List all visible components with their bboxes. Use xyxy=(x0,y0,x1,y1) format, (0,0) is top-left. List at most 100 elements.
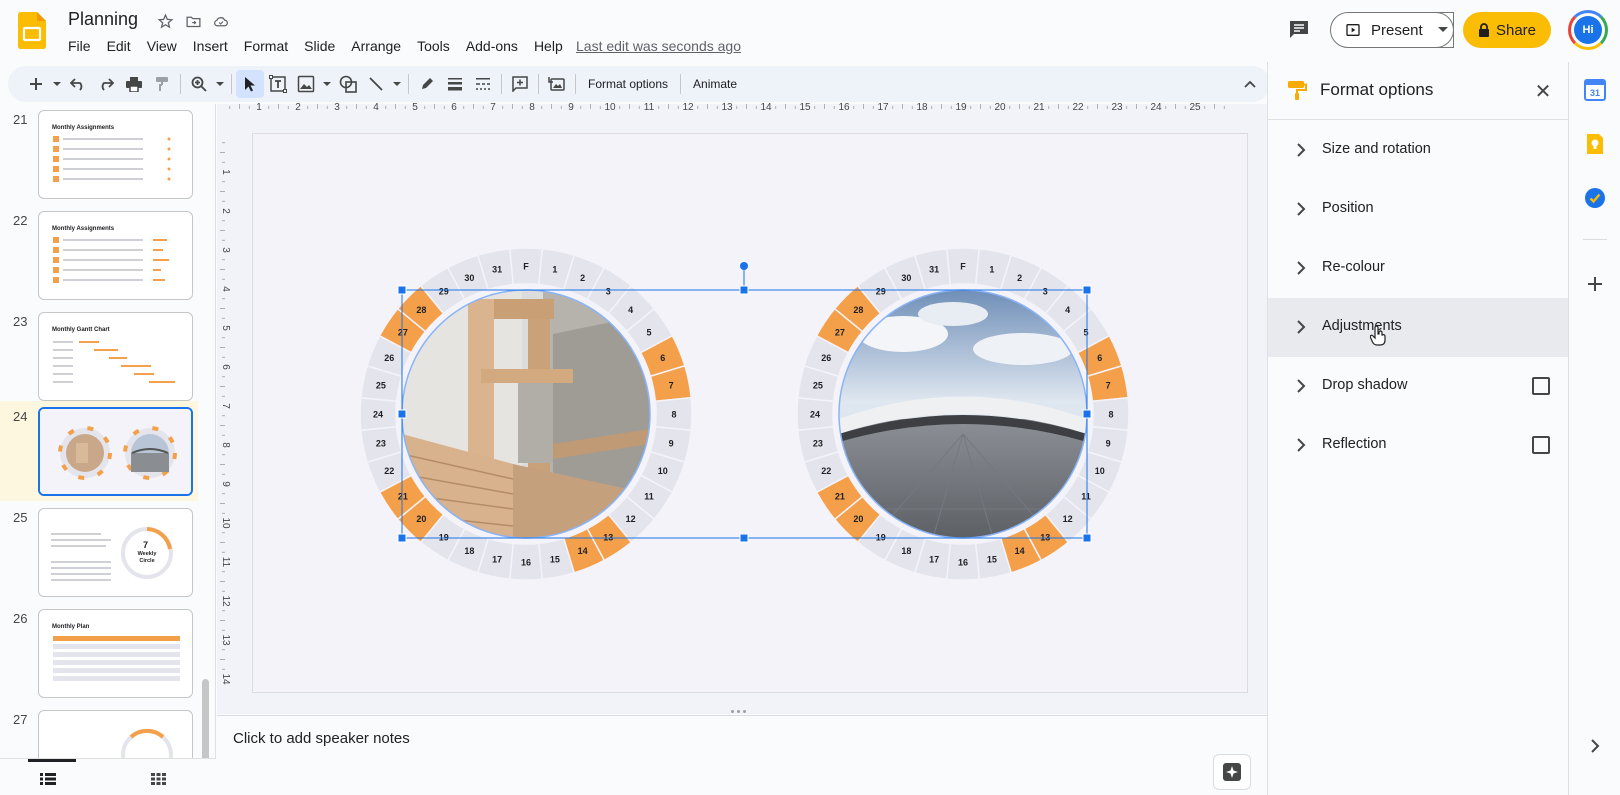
speaker-notes-placeholder[interactable]: Click to add speaker notes xyxy=(233,730,410,747)
menu-help[interactable]: Help xyxy=(534,38,569,54)
new-slide-dropdown-icon[interactable] xyxy=(50,70,64,98)
print-icon[interactable] xyxy=(120,70,148,98)
wheel-day-label: 18 xyxy=(464,546,474,556)
new-slide-icon[interactable] xyxy=(22,70,50,98)
menu-insert[interactable]: Insert xyxy=(193,38,234,54)
shape-icon[interactable] xyxy=(334,70,362,98)
slide-thumbnail[interactable]: Monthly Assignments xyxy=(38,110,193,199)
speaker-notes[interactable]: Click to add speaker notes xyxy=(217,715,1267,795)
slide-thumbnail[interactable] xyxy=(38,710,193,759)
ruler-label: 23 xyxy=(1111,102,1123,113)
vertical-ruler[interactable]: 1234567891011121314 xyxy=(216,130,230,695)
rotate-handle[interactable] xyxy=(740,262,748,270)
slide-thumbnail[interactable]: Monthly Gantt Chart xyxy=(38,312,193,401)
slide-thumbnail-row[interactable]: 21 Monthly Assignments xyxy=(0,104,198,204)
wheel-day-label: 3 xyxy=(1043,286,1048,296)
grid-view-icon[interactable] xyxy=(151,773,166,785)
ruler-label: 6 xyxy=(220,364,230,370)
menu-tools[interactable]: Tools xyxy=(417,38,456,54)
recolour-section[interactable]: Re-colour xyxy=(1268,239,1568,298)
drop-shadow-checkbox[interactable] xyxy=(1532,377,1550,395)
account-avatar[interactable]: Hi xyxy=(1568,10,1608,50)
wheel-day-label: 6 xyxy=(660,353,665,363)
slide-thumbnail-row-selected[interactable]: 24 xyxy=(0,401,198,501)
add-comment-icon[interactable] xyxy=(506,70,534,98)
ruler-label: 11 xyxy=(644,102,655,113)
calendar-icon[interactable]: 31 xyxy=(1583,78,1607,102)
adjustments-section[interactable]: Adjustments xyxy=(1268,298,1568,357)
slide-thumbnail[interactable]: Monthly Assignments xyxy=(38,211,193,300)
filmstrip-scrollbar[interactable] xyxy=(202,679,209,759)
slide-thumbnail[interactable] xyxy=(38,407,193,496)
reflection-checkbox[interactable] xyxy=(1532,436,1550,454)
assistant-button[interactable] xyxy=(1213,754,1251,790)
menu-edit[interactable]: Edit xyxy=(107,38,137,54)
wheel-day-label: 5 xyxy=(647,327,652,337)
tasks-icon[interactable] xyxy=(1583,186,1607,210)
last-edit-link[interactable]: Last edit was seconds ago xyxy=(576,38,741,54)
menu-slide[interactable]: Slide xyxy=(304,38,341,54)
wheel-day-label: 30 xyxy=(901,273,911,283)
horizontal-ruler[interactable]: 1 2 3 4 5 6 7 8 9 10 11 12 13 14 15 16 17 18 19 20 21 22 23 24 2… xyxy=(228,100,1246,114)
menu-addons[interactable]: Add-ons xyxy=(466,38,524,54)
redo-icon[interactable] xyxy=(92,70,120,98)
hand-cursor-icon xyxy=(1370,326,1386,346)
cloud-status-icon[interactable] xyxy=(211,11,231,31)
slide-thumbnail-row[interactable]: 27 xyxy=(0,704,198,759)
line-icon[interactable] xyxy=(362,70,390,98)
notes-resize-handle[interactable] xyxy=(731,710,755,714)
border-color-icon[interactable] xyxy=(413,70,441,98)
toolbar: Format options Animate xyxy=(8,66,1270,102)
menu-format[interactable]: Format xyxy=(244,38,294,54)
wheel-day-label: 21 xyxy=(398,492,408,502)
slide-canvas[interactable]: F 1 2 3 4 5 6 7 8 9 10 11 12 13 14 15 16 17 18 19 20 21 22 23 24… xyxy=(252,133,1248,693)
expand-panel-icon[interactable] xyxy=(1583,734,1607,758)
insert-image-icon[interactable] xyxy=(292,70,320,98)
border-weight-icon[interactable] xyxy=(441,70,469,98)
list-view-icon[interactable] xyxy=(40,773,56,785)
format-options-button[interactable]: Format options xyxy=(580,77,676,91)
wheel-day-label: 22 xyxy=(384,466,394,476)
slide-thumbnail-row[interactable]: 23 Monthly Gantt Chart xyxy=(0,306,198,406)
slides-logo-icon[interactable] xyxy=(18,12,46,49)
zoom-dropdown-icon[interactable] xyxy=(213,70,227,98)
paint-format-icon[interactable] xyxy=(148,70,176,98)
slide-thumbnail[interactable]: 7 Weekly Circle xyxy=(38,508,193,597)
slide-number: 25 xyxy=(13,510,28,525)
menu-arrange[interactable]: Arrange xyxy=(351,38,407,54)
keep-icon[interactable] xyxy=(1583,132,1607,156)
comment-history-icon[interactable] xyxy=(1287,17,1311,41)
size-and-rotation-section[interactable]: Size and rotation xyxy=(1268,121,1568,180)
slide-thumbnail-row[interactable]: 25 7 Weekly Circle xyxy=(0,502,198,602)
zoom-icon[interactable] xyxy=(185,70,213,98)
line-dropdown-icon[interactable] xyxy=(390,70,404,98)
close-icon[interactable]: ✕ xyxy=(1532,80,1554,103)
drop-shadow-section[interactable]: Drop shadow xyxy=(1268,357,1568,416)
collapse-toolbar-icon[interactable] xyxy=(1236,70,1264,98)
border-dash-icon[interactable] xyxy=(469,70,497,98)
slide-thumbnail[interactable]: Monthly Plan xyxy=(38,609,193,698)
image-dropdown-icon[interactable] xyxy=(320,70,334,98)
slide-thumbnail-row[interactable]: 22 Monthly Assignments xyxy=(0,205,198,305)
paint-roller-icon xyxy=(1288,81,1307,100)
star-icon[interactable] xyxy=(155,11,175,31)
menu-file[interactable]: File xyxy=(68,38,97,54)
chevron-down-icon xyxy=(1437,27,1448,32)
share-button[interactable]: Share xyxy=(1463,12,1551,48)
text-box-icon[interactable] xyxy=(264,70,292,98)
animate-button[interactable]: Animate xyxy=(685,77,745,91)
position-section[interactable]: Position xyxy=(1268,180,1568,239)
curved-building-image[interactable] xyxy=(839,290,1087,538)
slide-thumbnail-row[interactable]: 26 Monthly Plan xyxy=(0,603,198,703)
replace-image-icon[interactable] xyxy=(543,70,571,98)
document-title[interactable]: Planning xyxy=(68,9,138,30)
reflection-section[interactable]: Reflection xyxy=(1268,416,1568,475)
move-folder-icon[interactable] xyxy=(183,11,203,31)
select-cursor-icon[interactable] xyxy=(236,70,264,98)
chevron-right-icon xyxy=(1297,438,1306,452)
add-addon-icon[interactable] xyxy=(1583,272,1607,296)
menu-view[interactable]: View xyxy=(147,38,183,54)
chevron-right-icon xyxy=(1297,261,1306,275)
architecture-image[interactable] xyxy=(402,290,650,538)
undo-icon[interactable] xyxy=(64,70,92,98)
